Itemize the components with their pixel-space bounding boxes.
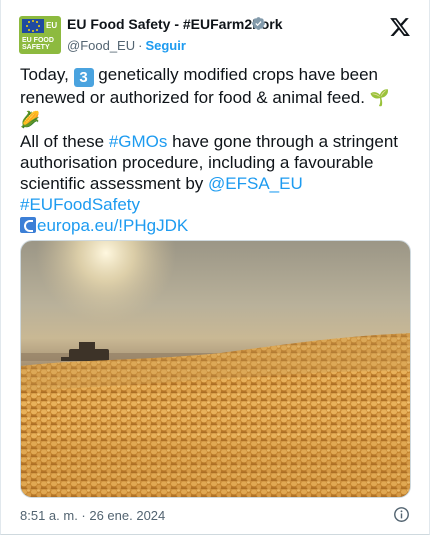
mention-efsa[interactable]: @EFSA_EU <box>208 174 303 193</box>
tweet-card: EU EU FOOD SAFETY EU Food Safety - #EUFa… <box>0 0 430 535</box>
avatar-label: EU FOOD SAFETY <box>22 37 54 51</box>
hashtag-eufoodsafety[interactable]: #EUFoodSafety <box>20 195 140 214</box>
tweet-paragraph-1: Today, 3 genetically modified crops have… <box>20 64 412 131</box>
link-icon <box>20 217 36 233</box>
verified-badge-icon <box>252 17 265 30</box>
handle-row: @Food_EU · Seguir <box>67 38 186 53</box>
eu-flag-icon <box>22 19 44 33</box>
info-icon[interactable] <box>393 506 410 523</box>
corn-harvest-illustration <box>21 241 410 497</box>
tweet-paragraph-3: #EUFoodSafety <box>20 194 412 215</box>
hashtag-gmos[interactable]: #GMOs <box>109 132 168 151</box>
tweet-image[interactable] <box>20 240 411 498</box>
follow-button[interactable]: Seguir <box>145 38 185 53</box>
avatar[interactable]: EU EU FOOD SAFETY <box>19 16 61 54</box>
corn-icon: 🌽 <box>20 112 40 129</box>
x-logo-icon[interactable] <box>389 16 411 38</box>
tweet-timestamp[interactable]: 8:51 a. m. · 26 ene. 2024 <box>20 508 165 523</box>
tweet-url[interactable]: europa.eu/!PHgJDK <box>37 216 188 235</box>
combine-harvester <box>61 342 109 361</box>
tweet-paragraph-2: All of these #GMOs have gone through a s… <box>20 131 412 194</box>
tweet-text: Today, 3 genetically modified crops have… <box>20 64 412 236</box>
tweet-paragraph-4: europa.eu/!PHgJDK <box>20 215 412 236</box>
text-today: Today, <box>20 65 74 84</box>
account-handle[interactable]: @Food_EU <box>67 38 135 53</box>
handle-separator: · <box>138 38 143 53</box>
avatar-eu-label: EU <box>46 21 58 30</box>
text-all-of-these: All of these <box>20 132 109 151</box>
keycap-three-icon: 3 <box>73 68 94 87</box>
seedling-icon: 🌱 <box>369 90 390 107</box>
